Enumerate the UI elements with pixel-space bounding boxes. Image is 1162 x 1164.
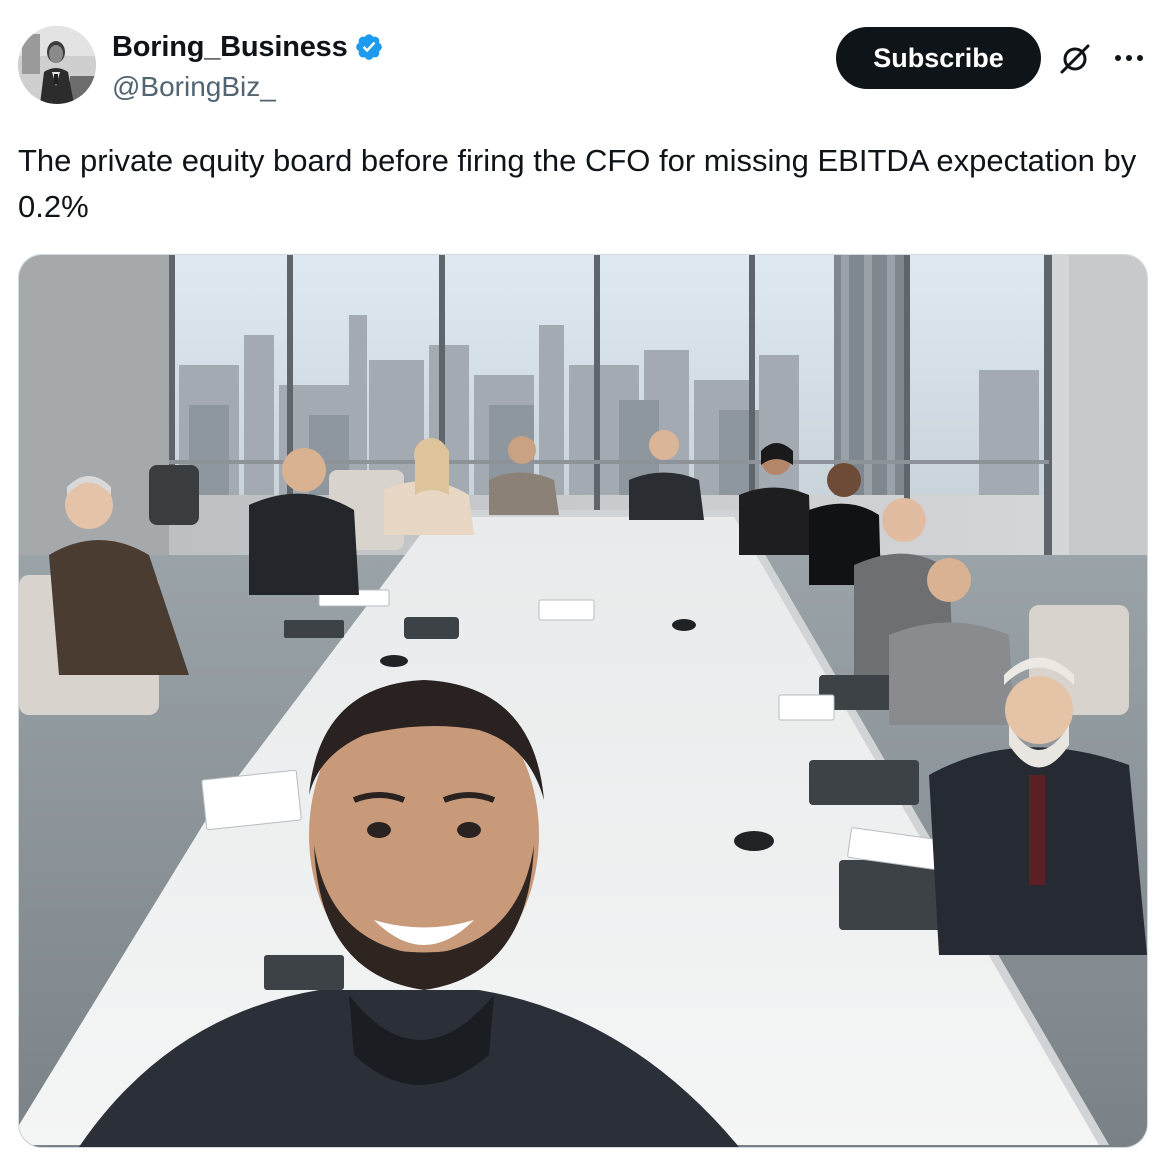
tweet-text: The private equity board before firing t… [18,143,1137,224]
author-name-row: Boring_Business [112,30,384,64]
subscribe-button[interactable]: Subscribe [836,27,1041,89]
author-display-name[interactable]: Boring_Business [112,30,348,64]
author-handle[interactable]: @BoringBiz_ [112,70,276,104]
avatar[interactable] [18,26,96,104]
tweet-post: Boring_Business @BoringBiz_ Subscribe Th… [0,0,1162,1164]
more-icon[interactable] [1112,46,1146,70]
vintage-portrait-avatar-icon [18,26,96,104]
verified-badge-icon[interactable] [354,32,384,62]
grok-icon[interactable] [1058,42,1092,76]
tweet-photo[interactable] [18,254,1148,1148]
boardroom-photo-illustration [19,255,1147,1147]
